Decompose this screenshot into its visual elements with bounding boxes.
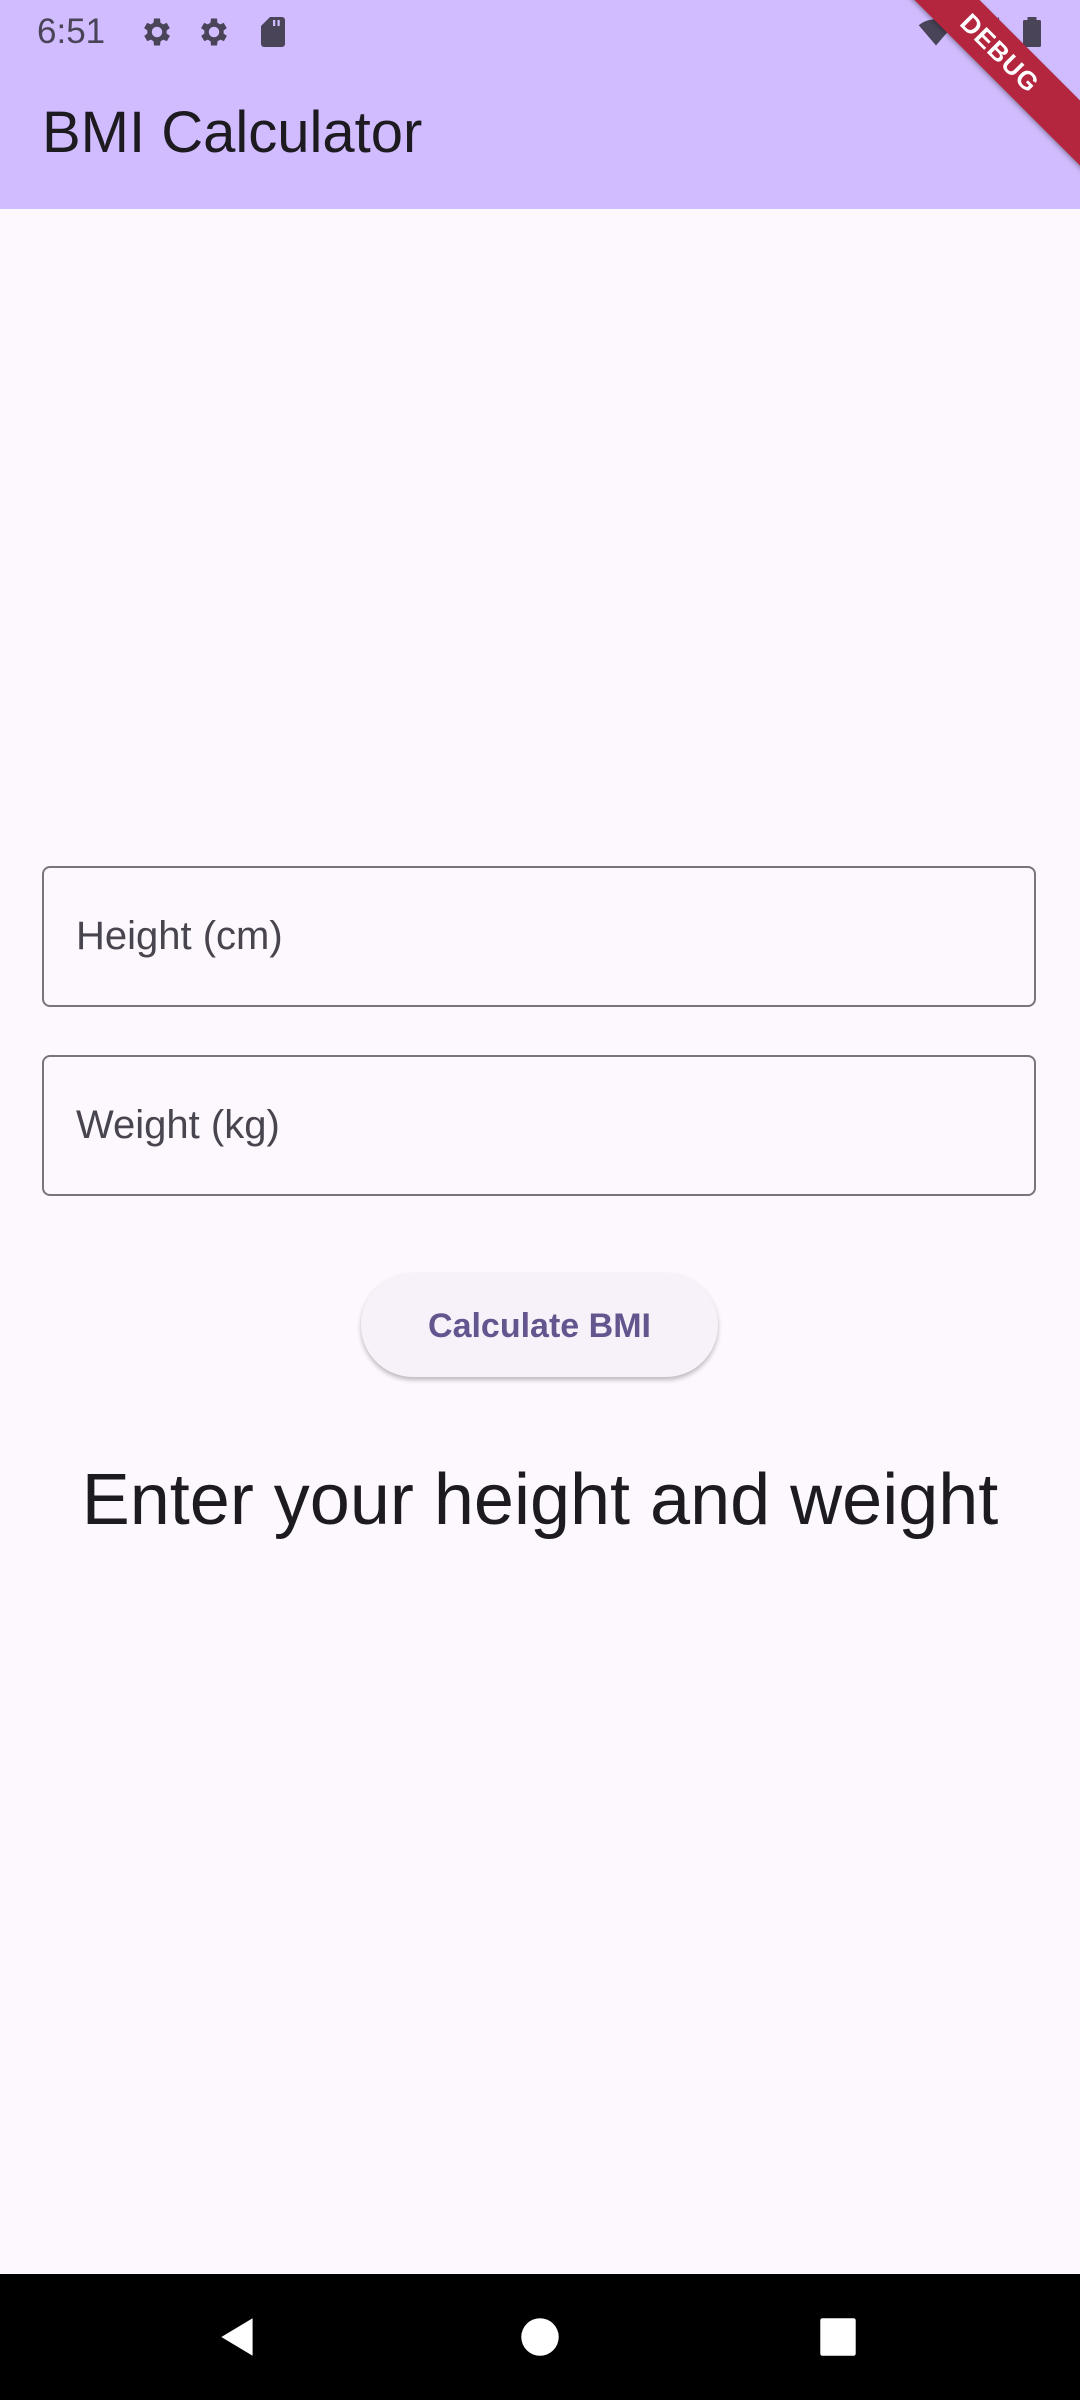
sd-card-icon xyxy=(261,17,285,47)
recents-icon[interactable] xyxy=(808,2312,868,2362)
result-text: Enter your height and weight xyxy=(81,1460,999,1540)
height-field[interactable] xyxy=(42,866,1036,1007)
navigation-bar xyxy=(0,2274,1080,2400)
calculate-bmi-button[interactable]: Calculate BMI xyxy=(361,1273,718,1377)
status-bar: 6:51 xyxy=(0,0,1080,64)
height-input[interactable] xyxy=(44,868,1034,1005)
app-bar: BMI Calculator xyxy=(0,64,1080,209)
app-title: BMI Calculator xyxy=(42,100,423,165)
back-icon[interactable] xyxy=(208,2312,268,2362)
weight-field[interactable] xyxy=(42,1055,1036,1196)
status-time: 6:51 xyxy=(37,12,106,51)
screen: 6:51 DEBUG BMI Calculator Calculate BMI xyxy=(0,0,1080,2400)
settings-icon xyxy=(201,18,227,46)
settings-icon xyxy=(144,18,170,46)
weight-input[interactable] xyxy=(44,1057,1034,1194)
home-icon[interactable] xyxy=(510,2312,570,2362)
